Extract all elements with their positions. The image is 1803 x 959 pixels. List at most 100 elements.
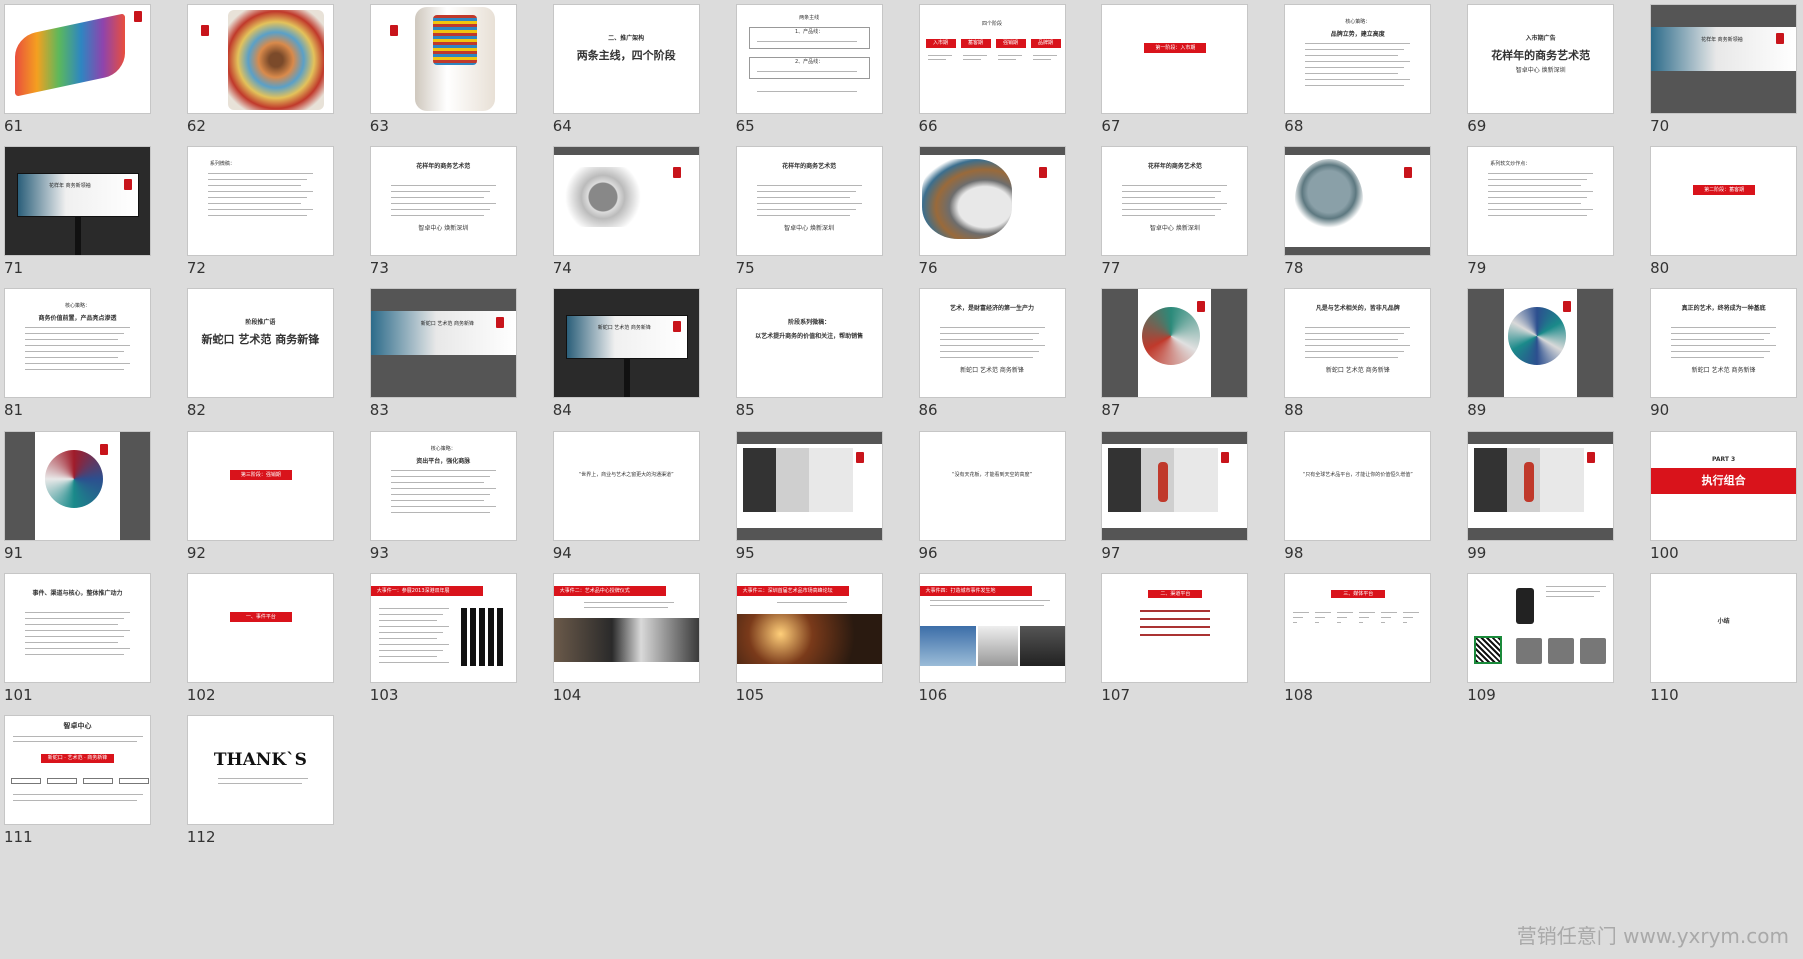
slide-preview[interactable]: “世界上，商业与艺术之窗更大的沟通渠道” — [552, 430, 700, 541]
slide-thumbnail-80[interactable]: 第二阶段：蓄客期 80 — [1646, 142, 1798, 285]
slide-preview[interactable]: “没有天花板，才能看到天空的高度” — [918, 430, 1066, 541]
slide-preview[interactable]: 核心策略： 商务价值前置，产品亮点渗透 — [4, 288, 151, 399]
slide-preview[interactable] — [4, 430, 151, 541]
slide-thumbnail-78[interactable]: 78 — [1280, 142, 1432, 285]
slide-preview[interactable]: 第二阶段：蓄客期 — [1650, 146, 1798, 257]
slide-thumbnail-79[interactable]: 系列软文炒作点： 79 — [1463, 142, 1615, 285]
slide-thumbnail-104[interactable]: 大事件二：艺术品中心授牌仪式 104 — [549, 569, 700, 712]
slide-thumbnail-76[interactable]: 76 — [915, 142, 1066, 285]
slide-preview[interactable]: 花样年的商务艺术范 智卓中心 焕新深圳 — [1101, 146, 1249, 257]
slide-preview[interactable] — [1284, 146, 1432, 257]
slide-preview[interactable]: 花样年的商务艺术范 智卓中心 焕新深圳 — [369, 146, 517, 257]
slide-preview[interactable] — [1101, 288, 1249, 399]
slide-thumbnail-109[interactable]: 109 — [1463, 569, 1615, 712]
slide-thumbnail-61[interactable]: 61 — [0, 0, 151, 143]
slide-preview[interactable]: 二、推广架构 两条主线，四个阶段 — [552, 4, 700, 114]
slide-thumbnail-85[interactable]: 阶段系列微稿： 以艺术提升商务的价值和关注，帮助销售 85 — [732, 284, 883, 427]
slide-preview[interactable]: 系列软文炒作点： — [1467, 146, 1615, 257]
slide-preview[interactable] — [1101, 430, 1249, 541]
slide-thumbnail-73[interactable]: 花样年的商务艺术范 智卓中心 焕新深圳 73 — [366, 142, 517, 285]
slide-thumbnail-99[interactable]: 99 — [1463, 427, 1615, 570]
slide-thumbnail-96[interactable]: “没有天花板，才能看到天空的高度” 96 — [915, 427, 1066, 570]
slide-thumbnail-65[interactable]: 两条主线 1、产品线： 2、产品线： 65 — [732, 0, 883, 143]
slide-thumbnail-77[interactable]: 花样年的商务艺术范 智卓中心 焕新深圳 77 — [1097, 142, 1249, 285]
slide-thumbnail-110[interactable]: 小结 110 — [1646, 569, 1798, 712]
slide-thumbnail-97[interactable]: 97 — [1097, 427, 1249, 570]
slide-preview[interactable]: 大事件四：打造城市事件发生地 — [918, 572, 1066, 683]
slide-thumbnail-98[interactable]: “只有全球艺术品平台，才能让你的价值恒久增值” 98 — [1280, 427, 1432, 570]
slide-preview[interactable]: 花样年的商务艺术范 智卓中心 焕新深圳 — [735, 146, 883, 257]
slide-thumbnail-64[interactable]: 二、推广架构 两条主线，四个阶段 64 — [549, 0, 700, 143]
slide-thumbnail-112[interactable]: THANK`S 112 — [183, 711, 334, 854]
slide-preview[interactable] — [1467, 288, 1615, 399]
slide-thumbnail-88[interactable]: 凡是与艺术相关的，皆非凡品牌 新蛇口 艺术范 商务新锋 88 — [1280, 284, 1432, 427]
slide-preview[interactable]: 系列微稿： — [186, 146, 334, 257]
slide-thumbnail-90[interactable]: 真正的艺术，终将成为一种基底 新蛇口 艺术范 商务新锋 90 — [1646, 284, 1798, 427]
slide-thumbnail-62[interactable]: 62 — [183, 0, 334, 143]
slide-thumbnail-72[interactable]: 系列微稿： 72 — [183, 142, 334, 285]
slide-preview[interactable]: 阶段推广语 新蛇口 艺术范 商务新锋 — [186, 288, 334, 399]
slide-preview[interactable]: 阶段系列微稿： 以艺术提升商务的价值和关注，帮助销售 — [735, 288, 883, 399]
slide-preview[interactable] — [1467, 572, 1615, 683]
slide-preview[interactable]: 新蛇口 艺术范 商务新锋 — [552, 288, 700, 399]
slide-thumbnail-105[interactable]: 大事件三：深圳首届艺术品市场高峰论坛 105 — [732, 569, 883, 712]
slide-thumbnail-71[interactable]: 花样年 商务新领袖 71 — [0, 142, 151, 285]
slide-preview[interactable]: 第三阶段：强销期 — [186, 430, 334, 541]
slide-preview[interactable]: 大事件一：参展2013深港双年展 — [369, 572, 517, 683]
slide-preview[interactable]: 真正的艺术，终将成为一种基底 新蛇口 艺术范 商务新锋 — [1650, 288, 1798, 399]
slide-thumbnail-103[interactable]: 大事件一：参展2013深港双年展 103 — [366, 569, 517, 712]
slide-thumbnail-82[interactable]: 阶段推广语 新蛇口 艺术范 商务新锋 82 — [183, 284, 334, 427]
slide-thumbnail-92[interactable]: 第三阶段：强销期 92 — [183, 427, 334, 570]
slide-preview[interactable]: 花样年 商务新领袖 — [4, 146, 151, 257]
slide-thumbnail-63[interactable]: 63 — [366, 0, 517, 143]
slide-thumbnail-93[interactable]: 核心策略： 资出平台，强化商脉 93 — [366, 427, 517, 570]
slide-preview[interactable] — [369, 4, 517, 114]
slide-preview[interactable]: 大事件二：艺术品中心授牌仪式 — [552, 572, 700, 683]
slide-thumbnail-68[interactable]: 核心策略： 品牌立势，建立高度 68 — [1280, 0, 1432, 143]
slide-thumbnail-67[interactable]: 第一阶段：入市期 67 — [1097, 0, 1249, 143]
slide-thumbnail-75[interactable]: 花样年的商务艺术范 智卓中心 焕新深圳 75 — [732, 142, 883, 285]
slide-thumbnail-107[interactable]: 二、渠道平台 107 — [1097, 569, 1249, 712]
slide-thumbnail-74[interactable]: 74 — [549, 142, 700, 285]
slide-thumbnail-94[interactable]: “世界上，商业与艺术之窗更大的沟通渠道” 94 — [549, 427, 700, 570]
slide-preview[interactable]: 入市期广告 花样年的商务艺术范 智卓中心 焕新深圳 — [1467, 4, 1615, 114]
slide-preview[interactable] — [735, 430, 883, 541]
slide-preview[interactable]: 两条主线 1、产品线： 2、产品线： — [735, 4, 883, 114]
slide-preview[interactable]: 花样年 商务新领袖 — [1650, 4, 1798, 114]
slide-thumbnail-106[interactable]: 大事件四：打造城市事件发生地 106 — [915, 569, 1066, 712]
slide-thumbnail-66[interactable]: 四个阶段 入市期 蓄客期 强销期 品牌期 66 — [915, 0, 1066, 143]
slide-preview[interactable]: “只有全球艺术品平台，才能让你的价值恒久增值” — [1284, 430, 1432, 541]
slide-preview[interactable]: 二、渠道平台 — [1101, 572, 1249, 683]
slide-preview[interactable]: 三、媒体平台 — [1284, 572, 1432, 683]
slide-thumbnail-111[interactable]: 智卓中心 新蛇口 · 艺术范 · 商务新锋 111 — [0, 711, 151, 854]
slide-preview[interactable] — [4, 4, 151, 114]
slide-thumbnail-101[interactable]: 事件、渠道与核心，整体推广动力 101 — [0, 569, 151, 712]
slide-preview[interactable]: 小结 — [1650, 572, 1798, 683]
slide-preview[interactable] — [552, 146, 700, 257]
slide-preview[interactable]: 核心策略： 品牌立势，建立高度 — [1284, 4, 1432, 114]
slide-thumbnail-91[interactable]: 91 — [0, 427, 151, 570]
slide-thumbnail-89[interactable]: 89 — [1463, 284, 1615, 427]
slide-preview[interactable] — [186, 4, 334, 114]
slide-preview[interactable]: 新蛇口 艺术范 商务新锋 — [369, 288, 517, 399]
slide-preview[interactable]: 艺术，是财富经济的第一生产力 新蛇口 艺术范 商务新锋 — [918, 288, 1066, 399]
slide-preview[interactable]: 一、事件平台 — [186, 572, 334, 683]
slide-preview[interactable]: 智卓中心 新蛇口 · 艺术范 · 商务新锋 — [4, 715, 151, 825]
slide-preview[interactable]: 四个阶段 入市期 蓄客期 强销期 品牌期 — [918, 4, 1066, 114]
slide-preview[interactable]: THANK`S — [186, 715, 334, 825]
slide-thumbnail-95[interactable]: 95 — [732, 427, 883, 570]
slide-preview[interactable]: 事件、渠道与核心，整体推广动力 — [4, 572, 151, 683]
slide-thumbnail-69[interactable]: 入市期广告 花样年的商务艺术范 智卓中心 焕新深圳 69 — [1463, 0, 1615, 143]
slide-preview[interactable]: 核心策略： 资出平台，强化商脉 — [369, 430, 517, 541]
slide-thumbnail-102[interactable]: 一、事件平台 102 — [183, 569, 334, 712]
slide-thumbnail-87[interactable]: 87 — [1097, 284, 1249, 427]
slide-thumbnail-81[interactable]: 核心策略： 商务价值前置，产品亮点渗透 81 — [0, 284, 151, 427]
slide-preview[interactable]: PART 3 执行组合 — [1650, 430, 1798, 541]
slide-preview[interactable] — [918, 146, 1066, 257]
slide-thumbnail-83[interactable]: 新蛇口 艺术范 商务新锋 83 — [366, 284, 517, 427]
slide-thumbnail-86[interactable]: 艺术，是财富经济的第一生产力 新蛇口 艺术范 商务新锋 86 — [915, 284, 1066, 427]
slide-preview[interactable]: 第一阶段：入市期 — [1101, 4, 1249, 114]
slide-thumbnail-84[interactable]: 新蛇口 艺术范 商务新锋 84 — [549, 284, 700, 427]
slide-preview[interactable] — [1467, 430, 1615, 541]
slide-thumbnail-100[interactable]: PART 3 执行组合 100 — [1646, 427, 1798, 570]
